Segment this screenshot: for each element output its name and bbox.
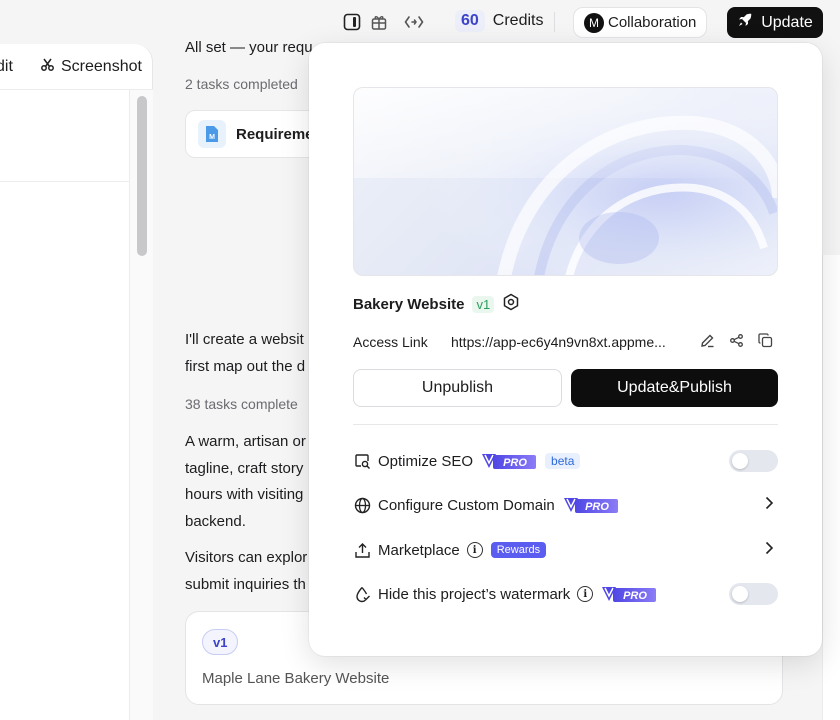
update-label: Update [761, 13, 813, 31]
chat-scrollbar[interactable] [822, 255, 840, 720]
project-version-badge: v1 [472, 295, 495, 313]
gift-icon[interactable] [369, 12, 389, 32]
file-title: Requireme [236, 125, 314, 143]
svg-text:M: M [209, 134, 215, 141]
scissors-icon [40, 57, 55, 77]
globe-icon [353, 496, 371, 514]
screenshot-label: Screenshot [61, 58, 142, 75]
toggle-knob [732, 453, 748, 469]
collaboration-button[interactable]: M Collaboration [573, 7, 708, 38]
share-icon[interactable] [729, 333, 744, 351]
chat-paragraph-line: submit inquiries th [185, 576, 306, 593]
rewards-badge: Rewards [490, 542, 547, 558]
chat-paragraph-line: first map out the d [185, 358, 306, 375]
info-icon[interactable]: i [577, 586, 594, 602]
svg-text:PRO: PRO [503, 457, 527, 469]
code-icon[interactable] [404, 12, 424, 32]
divider [353, 424, 778, 425]
seo-toggle[interactable] [729, 450, 778, 472]
option-hide-watermark: Hide this project’s watermark i PRO [353, 582, 778, 606]
divider [0, 181, 130, 182]
pro-badge: PRO [601, 586, 657, 602]
watermark-drop-icon [353, 585, 371, 603]
upload-icon [353, 541, 371, 559]
collaboration-label: Collaboration [608, 14, 697, 31]
watermark-toggle[interactable] [729, 583, 778, 605]
markdown-file-icon: M [198, 120, 226, 148]
project-thumbnail [353, 87, 778, 276]
pro-badge: PRO [563, 497, 619, 513]
credits-display[interactable]: 60 Credits [455, 10, 543, 32]
version-badge: v1 [202, 629, 239, 655]
beta-badge: beta [545, 453, 581, 469]
preview-pane: dit Screenshot [0, 44, 153, 720]
update-button[interactable]: Update [727, 7, 823, 38]
project-info: Bakery Website v1 [353, 293, 520, 315]
access-link-row: Access Link https://app-ec6y4n9vn8xt.app… [353, 333, 778, 351]
chat-paragraph-line: backend. [185, 513, 246, 530]
update-publish-button[interactable]: Update&Publish [571, 369, 778, 407]
chat-paragraph-line: I'll create a websit [185, 331, 304, 348]
access-link-label: Access Link [353, 334, 428, 350]
settings-hexagon-icon[interactable] [502, 293, 520, 315]
edit-pencil-icon[interactable] [700, 333, 715, 351]
chat-message-line: All set — your requ [185, 39, 313, 56]
rocket-icon [737, 12, 753, 33]
chat-paragraph-line: Visitors can explor [185, 549, 308, 566]
option-label: Marketplace [378, 541, 460, 559]
tasks-completed[interactable]: 2 tasks completed [185, 76, 298, 92]
option-marketplace[interactable]: Marketplace i Rewards [353, 538, 778, 562]
option-custom-domain[interactable]: Configure Custom Domain PRO [353, 493, 778, 517]
preview-toolbar: dit Screenshot [0, 44, 153, 90]
preview-scrollbar[interactable] [129, 90, 153, 720]
chat-paragraph-line: tagline, craft story [185, 460, 304, 477]
chat-paragraph-line: hours with visiting [185, 486, 304, 503]
chevron-right-icon[interactable] [764, 496, 774, 515]
publish-popup: Bakery Website v1 Access Link https://ap… [309, 43, 822, 656]
info-icon[interactable]: i [466, 542, 483, 558]
option-optimize-seo: Optimize SEO PRO beta [353, 449, 778, 473]
credits-count: 60 [455, 10, 485, 32]
version-title: Maple Lane Bakery Website [202, 670, 390, 687]
access-link-url[interactable]: https://app-ec6y4n9vn8xt.appme... [451, 334, 686, 350]
project-name: Bakery Website [353, 295, 465, 313]
screenshot-button[interactable]: Screenshot [40, 57, 142, 77]
scroll-thumb[interactable] [137, 96, 147, 256]
option-label: Hide this project’s watermark [378, 585, 571, 603]
avatar: M [584, 12, 604, 33]
option-label: Configure Custom Domain [378, 496, 555, 514]
option-label: Optimize SEO [378, 452, 474, 470]
svg-text:PRO: PRO [623, 590, 647, 602]
topbar-divider [554, 12, 555, 32]
toggle-knob [732, 586, 748, 602]
tasks-completed[interactable]: 38 tasks complete [185, 396, 298, 412]
edit-button[interactable]: dit [0, 58, 13, 76]
seo-search-icon [353, 452, 371, 470]
chevron-right-icon[interactable] [764, 541, 774, 560]
copy-icon[interactable] [758, 333, 773, 351]
pro-badge: PRO [481, 453, 537, 469]
credits-label: Credits [492, 12, 544, 29]
unpublish-button[interactable]: Unpublish [353, 369, 562, 407]
svg-text:PRO: PRO [585, 501, 609, 513]
chat-paragraph-line: A warm, artisan or [185, 433, 306, 450]
sidebar-toggle-icon[interactable] [342, 12, 362, 32]
